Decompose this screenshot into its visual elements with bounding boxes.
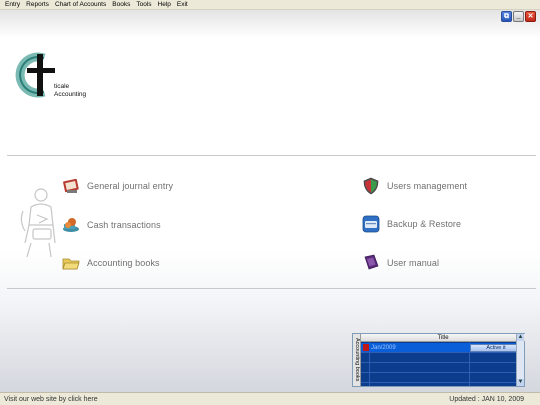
manual-book-icon: [361, 253, 381, 273]
general-journal-entry-link[interactable]: General journal entry: [61, 176, 173, 196]
close-button[interactable]: ✕: [525, 11, 536, 22]
logo-line-1: ticale: [54, 83, 70, 90]
top-divider: [7, 155, 536, 156]
cash-transactions-link[interactable]: Cash transactions: [61, 215, 161, 235]
books-side-label: Accounting books: [354, 338, 360, 382]
accounting-books-link[interactable]: Accounting books: [61, 253, 160, 273]
books-scrollbar[interactable]: ▲ ▼: [516, 334, 524, 386]
accounting-books-panel: Accounting books Title Jan/2009 Active i…: [352, 333, 525, 387]
status-bar: Visit our web site by click here Updated…: [0, 392, 540, 405]
logo-line-2: Accounting: [54, 91, 87, 98]
shield-users-icon: [361, 176, 381, 196]
bottom-divider: [7, 288, 536, 289]
books-column-header-title[interactable]: Title: [361, 334, 525, 342]
backup-restore-link[interactable]: Backup & Restore: [361, 214, 461, 234]
menu-exit[interactable]: Exit: [174, 0, 191, 10]
close-icon: ✕: [527, 13, 534, 20]
restore-icon: ⧉: [504, 13, 509, 20]
books-row: [361, 363, 517, 373]
scroll-up-icon[interactable]: ▲: [517, 334, 524, 341]
backup-restore-label: Backup & Restore: [387, 219, 462, 229]
restore-button[interactable]: ⧉: [501, 11, 512, 22]
minimize-button[interactable]: _: [513, 11, 524, 22]
user-manual-link[interactable]: User manual: [361, 253, 439, 273]
users-management-label: Users management: [387, 181, 468, 191]
menu-reports[interactable]: Reports: [23, 0, 52, 10]
menu-entry[interactable]: Entry: [2, 0, 23, 10]
menu-books[interactable]: Books: [109, 0, 133, 10]
activate-book-button[interactable]: Active it: [470, 344, 522, 352]
person-sketch-illustration: [20, 188, 56, 258]
menu-bar: Entry Reports Chart of Accounts Books To…: [0, 0, 540, 10]
book-title: Jan/2009: [371, 345, 396, 351]
website-link[interactable]: Visit our web site by click here: [4, 394, 98, 405]
cash-transactions-label: Cash transactions: [87, 220, 161, 230]
window-controls: ⧉ _ ✕: [501, 11, 536, 22]
backup-icon: [361, 214, 381, 234]
header-band: [0, 10, 540, 38]
menu-help[interactable]: Help: [155, 0, 174, 10]
scroll-down-icon[interactable]: ▼: [517, 379, 524, 386]
cash-icon: [61, 215, 81, 235]
books-side-strip: Accounting books: [353, 334, 361, 386]
minimize-icon: _: [516, 13, 521, 20]
books-row: [361, 353, 517, 363]
folder-icon: [61, 253, 81, 273]
updated-date: Updated : JAN 10, 2009: [449, 396, 524, 403]
users-management-link[interactable]: Users management: [361, 176, 467, 196]
books-row: [361, 373, 517, 383]
user-manual-label: User manual: [387, 258, 440, 268]
journal-icon: [61, 176, 81, 196]
logo-text: ticale Accounting: [54, 83, 86, 99]
books-row[interactable]: Jan/2009 Active it: [361, 343, 522, 353]
menu-chart-of-accounts[interactable]: Chart of Accounts: [52, 0, 109, 10]
accounting-books-label: Accounting books: [87, 258, 160, 268]
row-selector-marker: [363, 344, 369, 351]
general-journal-entry-label: General journal entry: [87, 181, 174, 191]
menu-tools[interactable]: Tools: [133, 0, 154, 10]
